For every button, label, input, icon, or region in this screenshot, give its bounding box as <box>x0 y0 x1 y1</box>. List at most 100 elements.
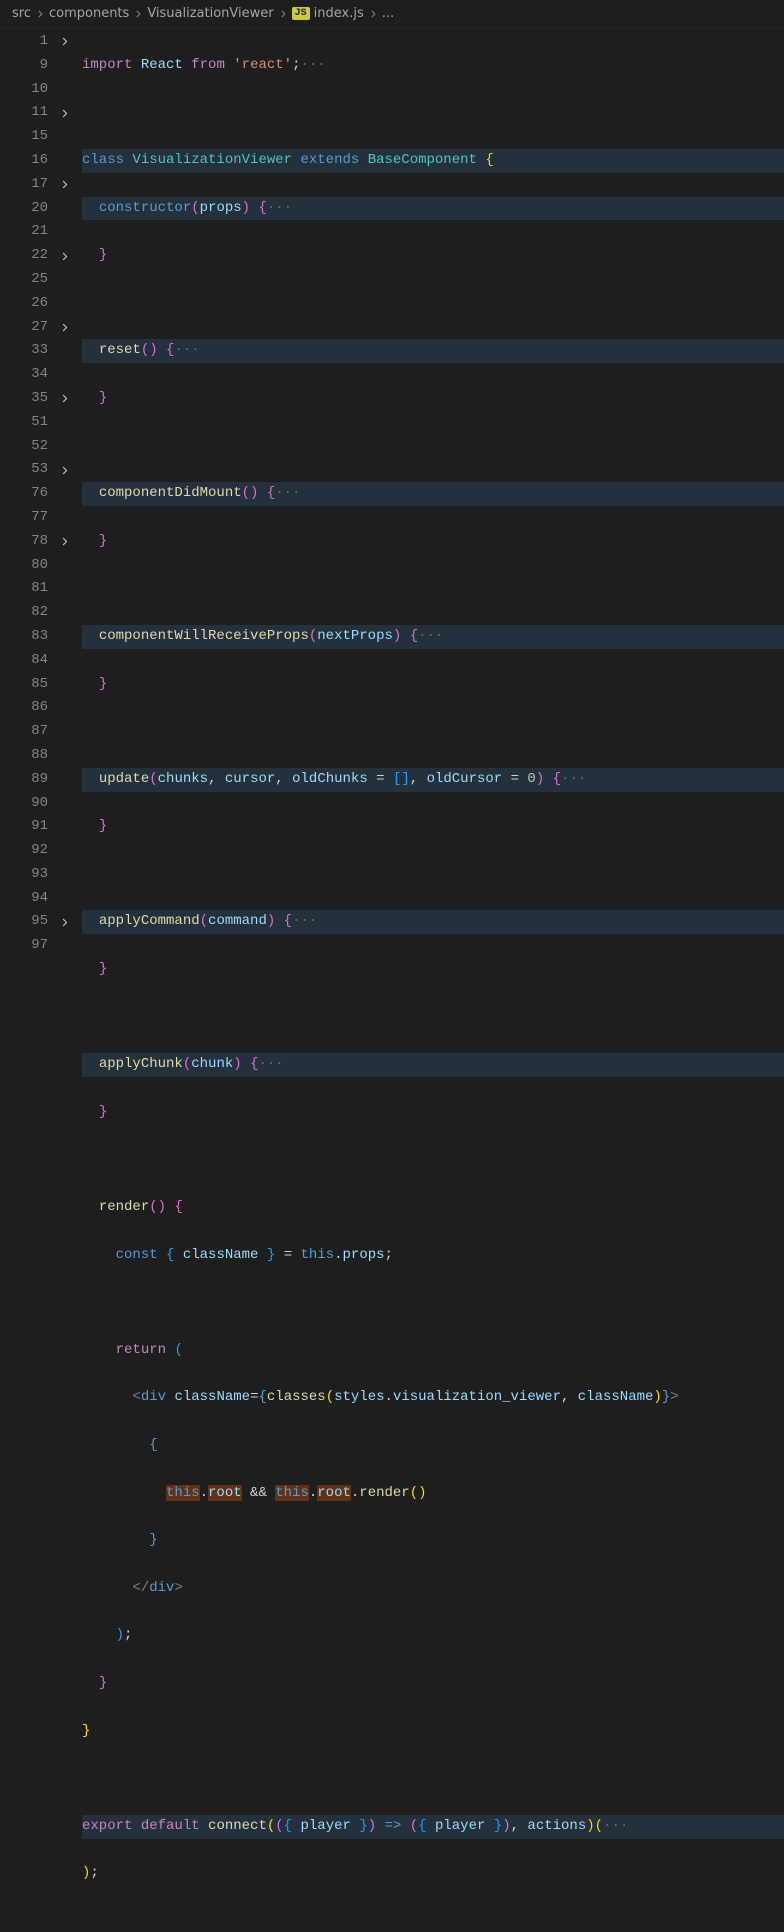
code-line[interactable]: import React from 'react';··· <box>82 54 784 78</box>
gutter-row: 26 <box>0 292 78 316</box>
code-line[interactable]: <div className={classes(styles.visualiza… <box>82 1386 784 1410</box>
code-line[interactable]: componentDidMount() {··· <box>82 482 784 506</box>
fold-chevron-icon[interactable] <box>56 251 72 262</box>
line-number: 77 <box>14 506 48 530</box>
line-number: 86 <box>14 696 48 720</box>
line-number: 90 <box>14 792 48 816</box>
code-line[interactable]: ); <box>82 1862 784 1886</box>
line-number: 81 <box>14 577 48 601</box>
code-line[interactable]: return ( <box>82 1339 784 1363</box>
code-line[interactable]: } <box>82 673 784 697</box>
breadcrumb[interactable]: src components VisualizationViewer JS in… <box>0 0 784 28</box>
code-line[interactable]: { <box>82 1434 784 1458</box>
gutter-row: 90 <box>0 792 78 816</box>
line-number: 22 <box>14 244 48 268</box>
crumb-trailing[interactable]: ... <box>382 6 394 21</box>
line-number: 84 <box>14 649 48 673</box>
line-number: 76 <box>14 482 48 506</box>
line-number: 89 <box>14 768 48 792</box>
code-editor[interactable]: 1910111516172021222526273334355152537677… <box>0 28 784 1932</box>
gutter-row: 11 <box>0 101 78 125</box>
line-number: 34 <box>14 363 48 387</box>
fold-chevron-icon[interactable] <box>56 465 72 476</box>
line-number: 53 <box>14 458 48 482</box>
code-line[interactable]: } <box>82 1720 784 1744</box>
code-line[interactable]: } <box>82 387 784 411</box>
line-number: 35 <box>14 387 48 411</box>
line-number: 16 <box>14 149 48 173</box>
fold-chevron-icon[interactable] <box>56 917 72 928</box>
line-number: 1 <box>14 30 48 54</box>
code-line[interactable]: } <box>82 958 784 982</box>
line-number: 33 <box>14 339 48 363</box>
line-number: 92 <box>14 839 48 863</box>
code-line[interactable]: } <box>82 1101 784 1125</box>
gutter-row: 22 <box>0 244 78 268</box>
code-line[interactable]: render() { <box>82 1196 784 1220</box>
line-number: 97 <box>14 934 48 958</box>
crumb-file[interactable]: index.js <box>314 6 364 21</box>
js-file-badge: JS <box>292 7 310 20</box>
code-line[interactable] <box>82 577 784 601</box>
line-number: 11 <box>14 101 48 125</box>
code-line[interactable] <box>82 1006 784 1030</box>
gutter-row: 86 <box>0 696 78 720</box>
line-number: 85 <box>14 673 48 697</box>
code-line[interactable]: } <box>82 530 784 554</box>
line-number: 9 <box>14 54 48 78</box>
code-line[interactable]: } <box>82 244 784 268</box>
code-line[interactable]: update(chunks, cursor, oldChunks = [], o… <box>82 768 784 792</box>
code-line[interactable] <box>82 435 784 459</box>
code-line[interactable]: </div> <box>82 1577 784 1601</box>
gutter-row: 51 <box>0 411 78 435</box>
gutter-row: 52 <box>0 435 78 459</box>
code-line[interactable]: export default connect(({ player }) => (… <box>82 1815 784 1839</box>
line-number: 87 <box>14 720 48 744</box>
crumb-src[interactable]: src <box>12 6 31 21</box>
fold-chevron-icon[interactable] <box>56 108 72 119</box>
line-number-gutter: 1910111516172021222526273334355152537677… <box>0 28 78 1932</box>
code-line[interactable]: reset() {··· <box>82 339 784 363</box>
code-line[interactable]: } <box>82 815 784 839</box>
gutter-row: 25 <box>0 268 78 292</box>
gutter-row: 89 <box>0 768 78 792</box>
code-line[interactable] <box>82 101 784 125</box>
line-number: 91 <box>14 815 48 839</box>
gutter-row: 21 <box>0 220 78 244</box>
code-line[interactable]: ); <box>82 1624 784 1648</box>
code-line[interactable]: applyCommand(command) {··· <box>82 910 784 934</box>
fold-chevron-icon[interactable] <box>56 36 72 47</box>
code-line[interactable]: const { className } = this.props; <box>82 1244 784 1268</box>
crumb-components[interactable]: components <box>49 6 129 21</box>
code-line[interactable]: componentWillReceiveProps(nextProps) {··… <box>82 625 784 649</box>
code-line[interactable]: } <box>82 1672 784 1696</box>
code-line[interactable]: constructor(props) {··· <box>82 197 784 221</box>
gutter-row: 78 <box>0 530 78 554</box>
line-number: 20 <box>14 197 48 221</box>
line-number: 52 <box>14 435 48 459</box>
fold-chevron-icon[interactable] <box>56 393 72 404</box>
gutter-row: 34 <box>0 363 78 387</box>
crumb-folder[interactable]: VisualizationViewer <box>147 6 273 21</box>
gutter-row: 9 <box>0 54 78 78</box>
code-line[interactable]: this.root && this.root.render() <box>82 1482 784 1506</box>
code-line[interactable] <box>82 1767 784 1791</box>
code-area[interactable]: import React from 'react';··· class Visu… <box>78 28 784 1932</box>
fold-chevron-icon[interactable] <box>56 179 72 190</box>
gutter-row: 88 <box>0 744 78 768</box>
chevron-right-icon <box>133 9 143 19</box>
code-line[interactable]: applyChunk(chunk) {··· <box>82 1053 784 1077</box>
gutter-row: 94 <box>0 887 78 911</box>
code-line[interactable] <box>82 1148 784 1172</box>
code-line[interactable] <box>82 863 784 887</box>
code-line[interactable] <box>82 720 784 744</box>
gutter-row: 77 <box>0 506 78 530</box>
gutter-row: 83 <box>0 625 78 649</box>
code-line[interactable]: } <box>82 1529 784 1553</box>
fold-chevron-icon[interactable] <box>56 322 72 333</box>
code-line[interactable] <box>82 292 784 316</box>
line-number: 26 <box>14 292 48 316</box>
code-line[interactable]: class VisualizationViewer extends BaseCo… <box>82 149 784 173</box>
fold-chevron-icon[interactable] <box>56 536 72 547</box>
code-line[interactable] <box>82 1291 784 1315</box>
